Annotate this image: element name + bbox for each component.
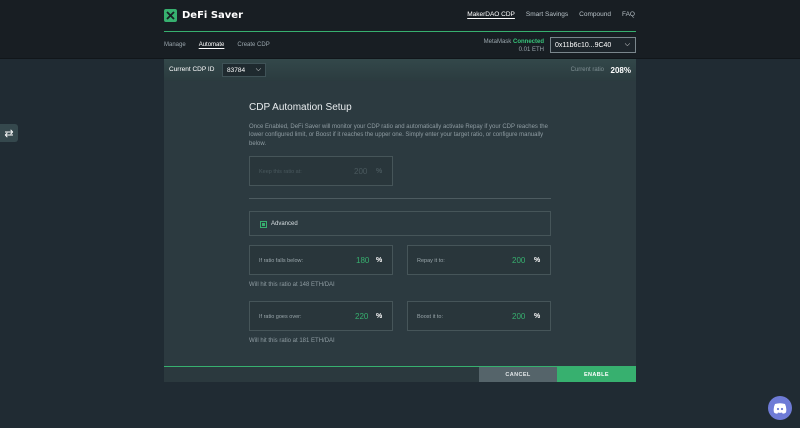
boost-hint: Will hit this ratio at 181 ETH/DAI — [249, 338, 335, 344]
keep-ratio-field[interactable]: Keep this ratio at: 200 % — [249, 156, 393, 186]
tab-create-cdp[interactable]: Create CDP — [237, 42, 269, 48]
keep-ratio-label: Keep this ratio at: — [259, 169, 302, 175]
divider — [249, 198, 551, 199]
repay-hint: Will hit this ratio at 148 ETH/DAI — [249, 282, 335, 288]
boost-target-label: Boost it to: — [417, 314, 443, 320]
nav-faq[interactable]: FAQ — [622, 11, 635, 18]
wallet-balance: 0.01 ETH — [518, 47, 544, 53]
tab-manage[interactable]: Manage — [164, 42, 186, 48]
top-nav: MakerDAO CDP Smart Savings Compound FAQ — [467, 11, 635, 18]
cdp-bar: Current CDP ID 83784 ⌵ Current ratio 208… — [164, 59, 636, 81]
wallet-address-select[interactable]: 0x11b6c10...9C40 ⌵ — [550, 37, 636, 53]
current-ratio-value: 208% — [610, 66, 631, 75]
repay-trigger-unit: % — [376, 257, 383, 264]
nav-compound[interactable]: Compound — [579, 11, 611, 18]
boost-target-input[interactable]: 200 — [512, 312, 525, 321]
boost-target-unit: % — [534, 313, 541, 320]
boost-target-field[interactable]: Boost it to: 200 % — [407, 301, 551, 331]
panel-description: Once Enabled, DeFi Saver will monitor yo… — [249, 124, 548, 147]
cancel-button[interactable]: CANCEL — [479, 367, 557, 382]
nav-smart-savings[interactable]: Smart Savings — [526, 11, 568, 18]
advanced-label: Advanced — [271, 221, 298, 227]
defi-saver-logo-icon — [164, 9, 177, 22]
advanced-toggle[interactable]: Advanced — [249, 211, 551, 236]
repay-trigger-field[interactable]: If ratio falls below: 180 % — [249, 245, 393, 275]
boost-trigger-label: If ratio goes over: — [259, 314, 302, 320]
repay-trigger-input[interactable]: 180 — [356, 256, 369, 265]
top-bar: DeFi Saver MakerDAO CDP Smart Savings Co… — [0, 0, 800, 32]
repay-target-unit: % — [534, 257, 541, 264]
swap-arrows-icon: ⇄ — [4, 127, 14, 140]
swap-toggle-button[interactable]: ⇄ — [0, 124, 18, 142]
wallet-status: MetaMask Connected 0.01 ETH — [474, 38, 544, 54]
wallet-provider: MetaMask — [483, 39, 512, 45]
discord-button[interactable] — [768, 396, 792, 420]
boost-trigger-field[interactable]: If ratio goes over: 220 % — [249, 301, 393, 331]
chevron-down-icon: ⌵ — [624, 41, 630, 48]
cdp-id-label: Current CDP ID — [169, 66, 215, 73]
sub-nav: Manage Automate Create CDP — [164, 42, 270, 48]
chevron-down-icon: ⌵ — [255, 66, 261, 73]
automation-panel: CDP Automation Setup Once Enabled, DeFi … — [164, 81, 636, 367]
repay-target-input[interactable]: 200 — [512, 256, 525, 265]
boost-trigger-unit: % — [376, 313, 383, 320]
cdp-id-value: 83784 — [227, 66, 246, 74]
logo[interactable]: DeFi Saver — [164, 9, 243, 22]
current-ratio-label: Current ratio — [570, 67, 604, 73]
nav-makerdao-cdp[interactable]: MakerDAO CDP — [467, 11, 515, 18]
wallet-address: 0x11b6c10...9C40 — [555, 41, 612, 49]
tab-automate[interactable]: Automate — [199, 42, 225, 48]
panel-title: CDP Automation Setup — [249, 102, 352, 113]
enable-button[interactable]: ENABLE — [557, 367, 636, 382]
repay-target-field[interactable]: Repay it to: 200 % — [407, 245, 551, 275]
cdp-id-select[interactable]: 83784 ⌵ — [222, 63, 266, 77]
keep-ratio-unit: % — [376, 168, 383, 175]
repay-target-label: Repay it to: — [417, 258, 445, 264]
sub-bar: Manage Automate Create CDP MetaMask Conn… — [0, 32, 800, 59]
keep-ratio-input[interactable]: 200 — [354, 167, 367, 176]
boost-trigger-input[interactable]: 220 — [355, 312, 368, 321]
logo-text: DeFi Saver — [182, 10, 244, 21]
advanced-checkbox[interactable] — [260, 221, 267, 228]
wallet-connection-status: Connected — [512, 39, 544, 45]
discord-icon — [773, 402, 787, 414]
repay-trigger-label: If ratio falls below: — [259, 258, 304, 264]
